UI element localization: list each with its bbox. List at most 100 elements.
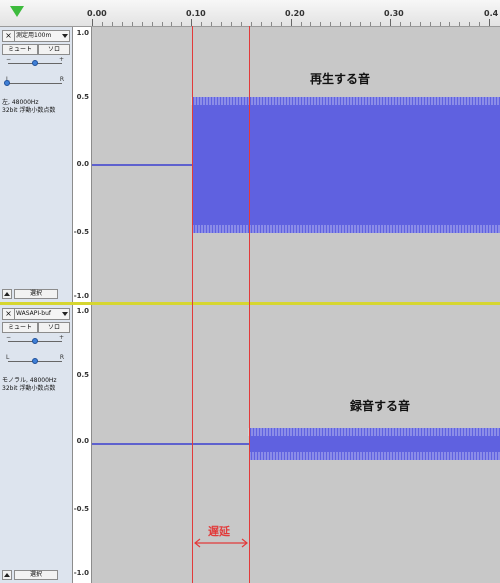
- pan-slider[interactable]: L R: [4, 76, 66, 89]
- audio-track-1: × 測定用100m ミュート ソロ − + L R 左, 48000Hz 32b…: [0, 27, 500, 302]
- ruler-tick: [221, 22, 222, 26]
- ruler-tick: [271, 22, 272, 26]
- close-icon[interactable]: ×: [3, 309, 15, 319]
- ruler-tick: [261, 22, 262, 26]
- gain-slider[interactable]: − +: [4, 56, 66, 69]
- track-control-panel: × WASAPI-buf ミュート ソロ − + L R モノラル, 48000…: [0, 305, 73, 583]
- mute-button[interactable]: ミュート: [2, 44, 38, 55]
- ruler-tick: [142, 22, 143, 26]
- ruler-label-4: 0.4: [484, 9, 499, 18]
- ruler-label-0: 0.00: [87, 9, 107, 18]
- track-name-menu[interactable]: × 測定用100m: [2, 30, 70, 42]
- ruler-tick: [459, 22, 460, 26]
- track-format-line2: 32bit 浮動小数点数: [2, 107, 56, 114]
- pan-slider-knob[interactable]: [4, 80, 10, 86]
- ruler-tick: [102, 22, 103, 26]
- close-icon[interactable]: ×: [3, 31, 15, 41]
- vscale-label: 0.0: [76, 160, 89, 168]
- ruler-tick: [152, 22, 153, 26]
- delay-marker-end: [249, 26, 250, 583]
- ruler-tick: [469, 22, 470, 26]
- ruler-label-1: 0.10: [186, 9, 206, 18]
- collapse-icon[interactable]: [2, 289, 12, 299]
- ruler-tick: [370, 22, 371, 26]
- waveform: [92, 428, 500, 460]
- gain-minus-label: −: [6, 334, 12, 341]
- waveform-area[interactable]: [92, 27, 500, 302]
- timeline-ruler[interactable]: 0.00 0.10 0.20 0.30 0.4: [0, 0, 500, 27]
- collapse-icon[interactable]: [2, 570, 12, 580]
- select-button[interactable]: 選択: [14, 570, 58, 580]
- ruler-label-2: 0.20: [285, 9, 305, 18]
- gain-plus-label: +: [58, 334, 64, 341]
- ruler-tick: [201, 22, 202, 26]
- ruler-label-3: 0.30: [384, 9, 404, 18]
- ruler-tick: [440, 22, 441, 26]
- ruler-tick: [92, 19, 93, 26]
- chevron-down-icon: [62, 312, 68, 316]
- ruler-tick: [291, 19, 292, 26]
- vscale-label: 0.5: [76, 93, 89, 101]
- vscale-label: -0.5: [73, 505, 89, 513]
- play-head-button[interactable]: [4, 2, 30, 22]
- waveform-body: [249, 438, 500, 450]
- track-name-menu[interactable]: × WASAPI-buf: [2, 308, 70, 320]
- track-format-line1: 左, 48000Hz: [2, 99, 39, 106]
- pan-slider[interactable]: L R: [4, 354, 66, 367]
- ruler-tick: [320, 22, 321, 26]
- audio-track-2: × WASAPI-buf ミュート ソロ − + L R モノラル, 48000…: [0, 305, 500, 583]
- track-annotation: 再生する音: [310, 72, 371, 86]
- gain-slider[interactable]: − +: [4, 334, 66, 347]
- waveform: [92, 97, 500, 233]
- track-name: WASAPI-buf: [16, 310, 52, 317]
- delay-arrow-icon: [194, 538, 248, 548]
- vscale-label: 0.0: [76, 437, 89, 445]
- gain-slider-knob[interactable]: [32, 338, 38, 344]
- ruler-tick: [241, 22, 242, 26]
- track-name: 測定用100m: [16, 32, 52, 39]
- ruler-tick: [162, 22, 163, 26]
- pan-right-label: R: [59, 76, 64, 83]
- ruler-tick: [420, 22, 421, 26]
- waveform-body: [192, 107, 500, 223]
- gain-minus-label: −: [6, 56, 12, 63]
- delay-label: 遅延: [208, 525, 230, 538]
- select-button[interactable]: 選択: [14, 289, 58, 299]
- ruler-tick: [340, 22, 341, 26]
- pan-slider-track: [8, 83, 62, 84]
- track-bottom-controls: 選択: [2, 289, 58, 299]
- ruler-tick: [171, 22, 172, 26]
- vscale-label: -0.5: [73, 228, 89, 236]
- pan-slider-knob[interactable]: [32, 358, 38, 364]
- ruler-tick: [400, 22, 401, 26]
- ruler-tick: [231, 22, 232, 26]
- vscale-label: 1.0: [76, 29, 89, 37]
- ruler-tick: [410, 22, 411, 26]
- play-head-icon: [10, 6, 24, 17]
- gain-slider-knob[interactable]: [32, 60, 38, 66]
- solo-button[interactable]: ソロ: [38, 44, 70, 55]
- track-bottom-controls: 選択: [2, 570, 58, 580]
- pan-left-label: L: [6, 354, 10, 361]
- ruler-tick: [449, 22, 450, 26]
- ruler-tick: [479, 22, 480, 26]
- track-format-line1: モノラル, 48000Hz: [2, 377, 57, 384]
- vscale-label: 1.0: [76, 307, 89, 315]
- ruler-tick: [301, 22, 302, 26]
- mute-button[interactable]: ミュート: [2, 322, 38, 333]
- vertical-scale: 1.0 0.5 0.0 -0.5 -1.0: [73, 305, 92, 583]
- waveform-area[interactable]: [92, 305, 500, 583]
- ruler-tick: [330, 22, 331, 26]
- ruler-tick: [122, 22, 123, 26]
- vscale-label: -1.0: [73, 569, 89, 577]
- solo-button[interactable]: ソロ: [38, 322, 70, 333]
- vertical-scale: 1.0 0.5 0.0 -0.5 -1.0: [73, 27, 92, 302]
- gain-plus-label: +: [58, 56, 64, 63]
- ruler-tick: [390, 19, 391, 26]
- ruler-tick: [251, 22, 252, 26]
- ruler-tick: [310, 22, 311, 26]
- ruler-tick: [181, 22, 182, 26]
- ruler-tick: [380, 22, 381, 26]
- delay-marker-start: [192, 26, 193, 583]
- ruler-tick: [281, 22, 282, 26]
